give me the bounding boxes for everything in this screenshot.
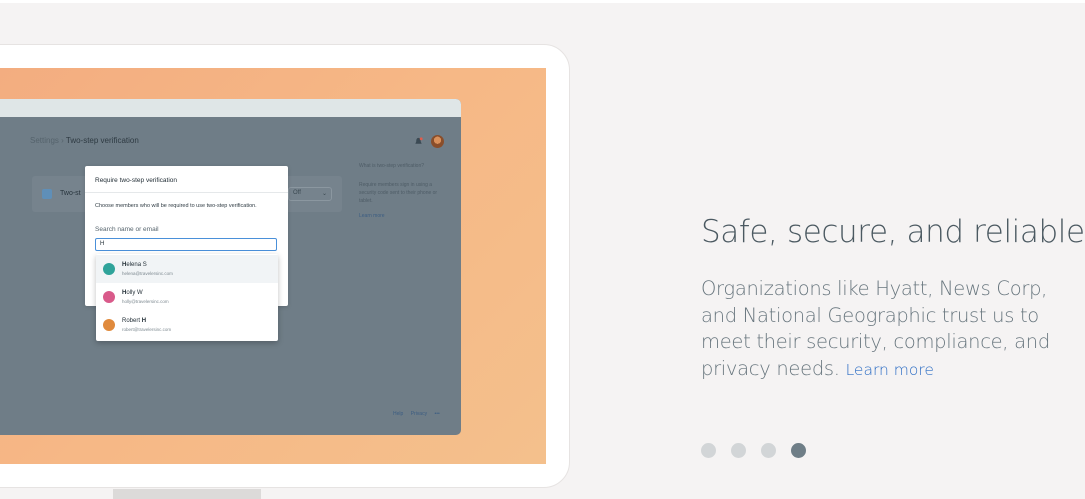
suggestion-item: Holly W holly@travelersinc.com [96, 283, 278, 311]
suggestion-item: Robert H robert@travelersinc.com [96, 311, 278, 339]
avatar [103, 319, 115, 331]
chevron-down-icon: ⌄ [321, 191, 327, 197]
modal-description: Choose members who will be required to u… [95, 203, 257, 209]
bell-icon [415, 137, 423, 144]
user-avatar [431, 135, 444, 148]
carousel-dot-2[interactable] [731, 443, 746, 458]
carousel-dot-3[interactable] [761, 443, 776, 458]
monitor-stand [113, 489, 261, 499]
suggestion-dropdown: Helena S helena@travelersinc.com Holly W… [96, 254, 278, 341]
learn-more-link[interactable]: Learn more [846, 361, 934, 379]
suggestion-email: robert@travelersinc.com [122, 327, 172, 332]
breadcrumb-separator: › [58, 136, 66, 145]
suggestion-name: Robert H [122, 318, 147, 324]
suggestion-name: Holly W [122, 290, 143, 296]
suggestion-item: Helena S helena@travelersinc.com [96, 255, 278, 283]
top-strip [0, 0, 1085, 3]
footer-link-more: ••• [434, 411, 440, 417]
help-link: Learn more [359, 213, 385, 219]
suggestion-email: helena@travelersinc.com [122, 271, 173, 276]
suggestion-name: Helena S [122, 262, 147, 268]
footer-link-help: Help [393, 411, 404, 417]
breadcrumb: Settings › Two-step verification [30, 136, 139, 145]
help-body: Require members sign in using a security… [359, 182, 438, 204]
breadcrumb-current: Two-step verification [65, 136, 139, 145]
carousel-dot-1[interactable] [701, 443, 716, 458]
suggestion-email: holly@travelersinc.com [122, 299, 169, 304]
search-input: H [95, 238, 277, 251]
avatar [103, 291, 115, 303]
footer-links: Help Privacy ••• [393, 411, 446, 417]
breadcrumb-parent: Settings [30, 136, 59, 145]
modal-title: Require two-step verification [95, 177, 178, 184]
setting-label: Two-st [60, 190, 81, 197]
setting-select: Off ⌄ [288, 187, 332, 201]
body-text: Organizations like Hyatt, News Corp, and… [701, 276, 1071, 383]
setting-select-value: Off [293, 190, 301, 196]
carousel-dot-4[interactable] [791, 443, 806, 458]
avatar [103, 263, 115, 275]
help-title: What is two-step verification? [359, 163, 425, 169]
app-titlebar [0, 99, 461, 117]
search-label: Search name or email [95, 226, 159, 233]
footer-link-privacy: Privacy [410, 411, 428, 417]
modal-divider [85, 192, 288, 193]
shield-icon [42, 189, 52, 199]
headline: Safe, secure, and reliable [701, 214, 1085, 250]
